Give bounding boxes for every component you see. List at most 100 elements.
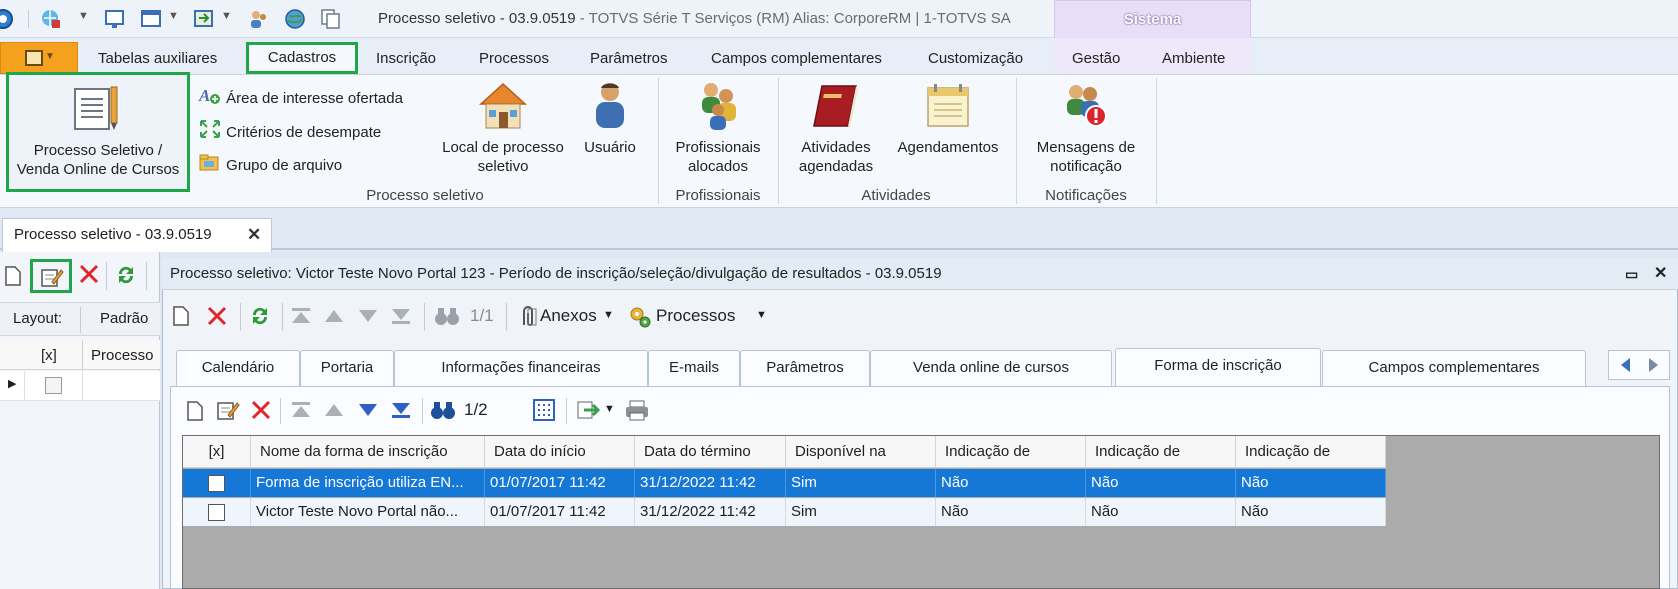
criterios-desempate-button[interactable]: Critérios de desempate	[198, 118, 381, 142]
tab-tabelas-auxiliares[interactable]: Tabelas auxiliares	[98, 44, 217, 74]
table-row[interactable]: Victor Teste Novo Portal não... 01/07/20…	[183, 498, 1386, 526]
tab-venda-online[interactable]: Venda online de cursos	[870, 350, 1112, 386]
globe-icon[interactable]	[284, 8, 306, 30]
globe-tools-icon[interactable]	[40, 8, 62, 30]
tab-forma-inscricao[interactable]: Forma de inscrição	[1115, 348, 1321, 389]
tab-cadastros[interactable]: Cadastros	[246, 42, 358, 74]
tab-parametros[interactable]: Parâmetros	[590, 44, 668, 74]
users-icon[interactable]	[248, 8, 270, 30]
left-col-check[interactable]: [x]	[41, 347, 57, 364]
grid-view-icon[interactable]	[532, 398, 556, 426]
processos-button[interactable]: Processos	[656, 301, 735, 331]
scroll-right-icon[interactable]	[1645, 357, 1661, 377]
tab-processos[interactable]: Processos	[479, 44, 549, 74]
printer-icon[interactable]	[624, 399, 650, 425]
col-header-indicacao-3[interactable]: Indicação de	[1236, 436, 1386, 468]
col-header-data-termino[interactable]: Data do término	[635, 436, 786, 468]
dropdown-arrow-icon[interactable]: ▼	[756, 309, 767, 321]
tab-inscricao[interactable]: Inscrição	[376, 44, 436, 74]
atividades-agendadas-button[interactable]: Atividades agendadas	[786, 80, 886, 180]
cell-data-inicio: 01/07/2017 11:42	[485, 469, 635, 497]
usuario-button[interactable]: Usuário	[578, 80, 642, 180]
processos-gears-icon	[628, 305, 652, 333]
area-interesse-label: Área de interesse ofertada	[226, 89, 403, 107]
tab-portaria[interactable]: Portaria	[300, 350, 394, 386]
next-record-icon[interactable]	[358, 309, 378, 327]
tab-ambiente[interactable]: Ambiente	[1162, 44, 1225, 74]
table-row[interactable]: Forma de inscrição utiliza EN... 01/07/2…	[183, 469, 1386, 497]
layout-select[interactable]: Padrão	[100, 310, 148, 327]
delete-icon[interactable]	[250, 399, 272, 425]
tab-customizacao[interactable]: Customização	[928, 44, 1023, 74]
group-label-processo-seletivo: Processo seletivo	[366, 187, 484, 204]
copy-icon[interactable]	[320, 8, 342, 30]
dropdown-arrow-icon[interactable]: ▼	[78, 10, 89, 22]
binoculars-icon[interactable]	[430, 400, 456, 424]
group-label-profissionais: Profissionais	[675, 187, 761, 204]
new-icon[interactable]	[4, 265, 22, 291]
binoculars-icon[interactable]	[434, 306, 460, 330]
edit-button[interactable]	[30, 259, 72, 293]
left-col-processo[interactable]: Processo	[91, 347, 154, 364]
delete-icon[interactable]	[206, 305, 228, 331]
dropdown-arrow-icon[interactable]: ▼	[168, 10, 179, 22]
folder-group-icon	[198, 151, 222, 181]
col-header-indicacao-1[interactable]: Indicação de	[936, 436, 1086, 468]
col-header-indicacao-2[interactable]: Indicação de	[1086, 436, 1236, 468]
new-icon[interactable]	[172, 305, 190, 331]
area-interesse-button[interactable]: A Área de interesse ofertada	[198, 84, 403, 108]
tab-emails[interactable]: E-mails	[648, 350, 740, 386]
profissionais-alocados-button[interactable]: Profissionais alocados	[666, 80, 770, 180]
close-icon[interactable]: ✕	[1654, 258, 1667, 290]
agendamentos-button[interactable]: Agendamentos	[888, 80, 1008, 180]
export-icon[interactable]	[193, 8, 215, 30]
delete-icon[interactable]	[78, 263, 100, 289]
mensagens-notificacao-button[interactable]: Mensagens de notificação	[1024, 80, 1148, 180]
previous-record-icon[interactable]	[324, 403, 344, 421]
local-processo-button[interactable]: Local de processo seletivo	[438, 80, 568, 180]
col-header-check[interactable]: [x]	[183, 436, 251, 468]
tab-campos-complementares-inner[interactable]: Campos complementares	[1322, 350, 1586, 386]
context-tab-sistema[interactable]: Sistema	[1054, 0, 1251, 38]
mensagens-label-2: notificação	[1050, 158, 1122, 175]
col-header-nome[interactable]: Nome da forma de inscrição	[251, 436, 485, 468]
previous-record-icon[interactable]	[324, 309, 344, 327]
anexos-button[interactable]: Anexos	[540, 301, 597, 331]
dropdown-arrow-icon[interactable]: ▼	[604, 403, 615, 415]
refresh-icon[interactable]	[114, 263, 138, 291]
grupo-arquivo-button[interactable]: Grupo de arquivo	[198, 151, 342, 175]
left-grid-row[interactable]: ▶	[0, 371, 160, 401]
row-checkbox[interactable]	[208, 474, 225, 492]
col-header-disponivel[interactable]: Disponível na	[786, 436, 936, 468]
app-logo-icon[interactable]	[0, 8, 14, 30]
tab-calendario[interactable]: Calendário	[176, 350, 300, 386]
pager-text: 1/1	[470, 306, 494, 325]
refresh-icon[interactable]	[248, 304, 272, 332]
col-header-data-inicio[interactable]: Data do início	[485, 436, 635, 468]
file-menu-button[interactable]: ▼	[0, 42, 78, 74]
tab-informacoes-financeiras[interactable]: Informações financeiras	[394, 350, 648, 386]
processo-seletivo-button[interactable]: Processo Seletivo / Venda Online de Curs…	[6, 72, 190, 192]
new-icon[interactable]	[186, 400, 204, 426]
close-icon[interactable]: ✕	[247, 219, 261, 251]
window-monitor-icon[interactable]	[104, 8, 126, 30]
title-sub: - TOTVS Série T Serviços (RM) Alias: Cor…	[575, 10, 1011, 27]
edit-icon[interactable]	[216, 399, 240, 425]
document-tab[interactable]: Processo seletivo - 03.9.0519 ✕	[2, 218, 272, 252]
last-record-icon[interactable]	[390, 307, 412, 329]
maximize-icon[interactable]: ▭	[1625, 258, 1638, 290]
dropdown-arrow-icon[interactable]: ▼	[603, 309, 614, 321]
tab-campos-complementares[interactable]: Campos complementares	[711, 44, 882, 74]
row-checkbox[interactable]	[45, 377, 62, 394]
first-record-icon[interactable]	[290, 401, 312, 423]
export-arrow-icon[interactable]	[576, 399, 602, 425]
last-record-icon[interactable]	[390, 401, 412, 423]
tab-gestao[interactable]: Gestão	[1072, 44, 1120, 74]
scroll-left-icon[interactable]	[1618, 357, 1634, 377]
dropdown-arrow-icon[interactable]: ▼	[221, 10, 232, 22]
tab-parametros-inner[interactable]: Parâmetros	[740, 350, 870, 386]
row-checkbox[interactable]	[208, 503, 225, 521]
first-record-icon[interactable]	[290, 307, 312, 329]
next-record-icon[interactable]	[358, 403, 378, 421]
window-layout-icon[interactable]	[140, 8, 162, 30]
